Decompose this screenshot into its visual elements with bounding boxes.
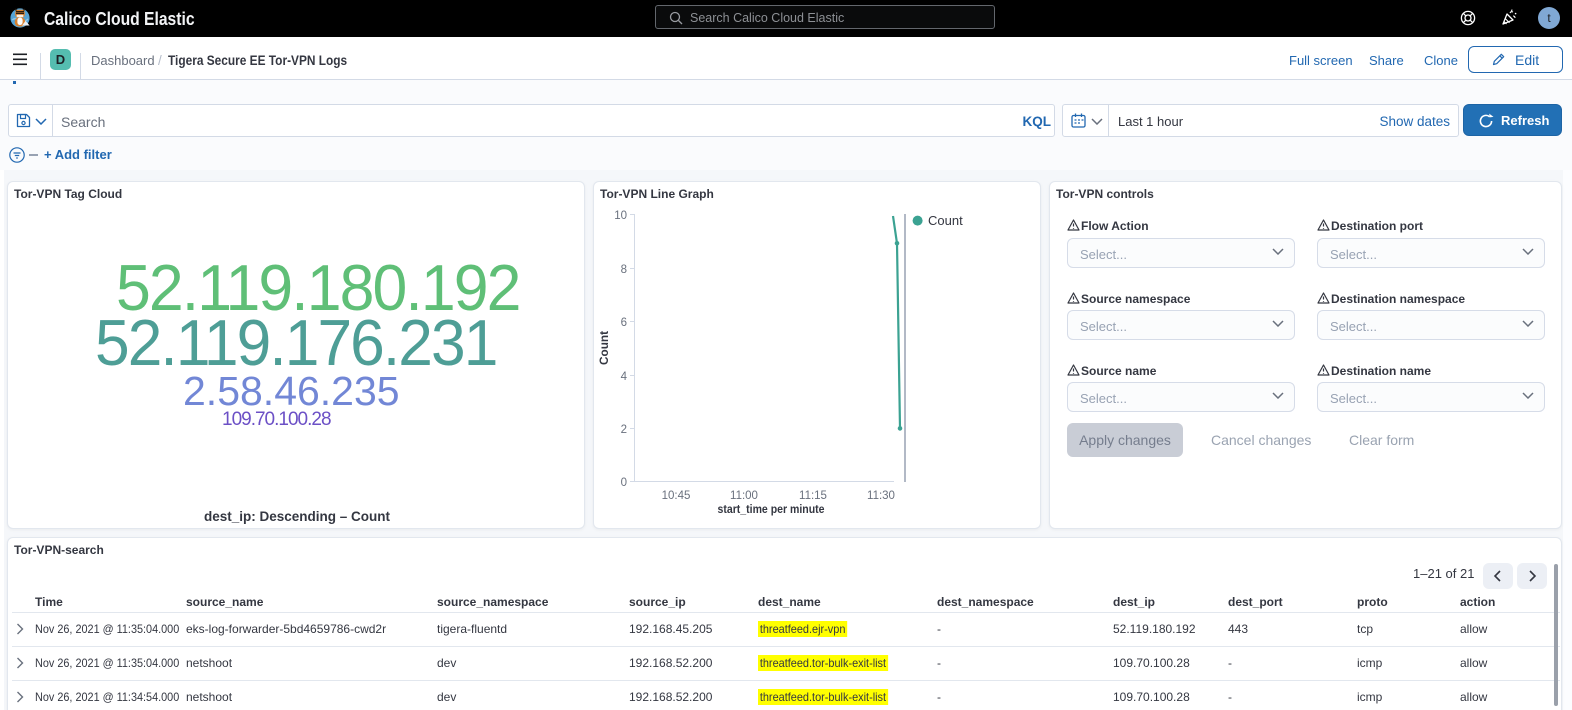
svg-text:0: 0 xyxy=(621,477,627,489)
svg-text:11:15: 11:15 xyxy=(799,490,827,502)
svg-text:start_time per minute: start_time per minute xyxy=(718,502,825,516)
svg-text:Count: Count xyxy=(597,331,611,365)
svg-text:11:30: 11:30 xyxy=(867,490,895,502)
svg-text:8: 8 xyxy=(621,264,627,276)
svg-text:11:00: 11:00 xyxy=(730,490,758,502)
svg-text:10: 10 xyxy=(614,210,627,222)
svg-text:Count: Count xyxy=(928,213,963,228)
svg-text:10:45: 10:45 xyxy=(662,490,691,502)
svg-text:2: 2 xyxy=(621,424,627,436)
svg-text:4: 4 xyxy=(621,371,628,383)
svg-text:6: 6 xyxy=(621,317,627,329)
